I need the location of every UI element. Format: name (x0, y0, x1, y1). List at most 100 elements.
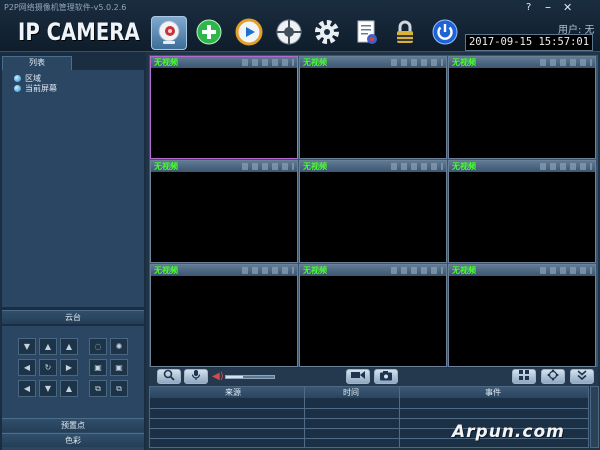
crosshair-icon (547, 369, 559, 384)
ptz-zoom-in-button[interactable]: ✺ (110, 338, 128, 355)
search-icon (163, 369, 175, 384)
left-panel: 列表 区域 当前屏幕 云台 ▼ ▲ ▲ ◀ ↻ ▶ ◀ ▼ ▲ ◌ ✺ ▣ ▣ … (0, 52, 146, 450)
settings-button[interactable] (309, 16, 345, 50)
video-cell[interactable]: 无视频 (150, 56, 298, 159)
lock-button[interactable] (387, 16, 423, 50)
video-cell[interactable]: 无视频 (448, 160, 596, 263)
search-button[interactable] (157, 369, 181, 384)
no-video-label: 无视频 (303, 58, 327, 67)
no-video-label: 无视频 (452, 266, 476, 275)
settings-gear-icon (313, 18, 341, 49)
ptz-focus-near-button[interactable]: ▣ (89, 359, 107, 376)
ptz-up-left-button[interactable]: ▼ (18, 338, 36, 355)
no-video-label: 无视频 (303, 162, 327, 171)
cell-control-icons[interactable] (540, 267, 592, 274)
ptz-right-button[interactable]: ▶ (60, 359, 78, 376)
tree-node-icon (14, 75, 21, 82)
add-device-icon (195, 18, 223, 49)
log-scrollbar[interactable] (590, 386, 599, 448)
layout-button[interactable] (512, 369, 536, 384)
cell-control-icons[interactable] (391, 59, 443, 66)
chevron-double-down-icon (576, 369, 588, 384)
preset-section-header[interactable]: 预置点 (2, 418, 144, 432)
tab-list[interactable]: 列表 (2, 56, 72, 70)
color-section-header[interactable]: 色彩 (2, 433, 144, 447)
video-cell[interactable]: 无视频 (299, 264, 447, 367)
minimize-button[interactable]: – (545, 0, 551, 14)
camera-view-button[interactable] (151, 16, 187, 50)
cell-control-icons[interactable] (242, 163, 294, 170)
ptz-down-left-button[interactable]: ◀ (18, 380, 36, 397)
volume-slider-fill (226, 376, 243, 378)
video-cell[interactable]: 无视频 (448, 264, 596, 367)
table-row-divider (150, 418, 588, 419)
tree-item-current-screen[interactable]: 当前屏幕 (14, 83, 57, 94)
cell-control-icons[interactable] (242, 267, 294, 274)
ptz-up-right-button[interactable]: ▲ (60, 338, 78, 355)
snapshot-button[interactable] (374, 369, 398, 384)
ptz-down-button[interactable]: ▼ (39, 380, 57, 397)
event-log-header: 来源 时间 事件 (150, 387, 588, 398)
camera-icon (155, 18, 183, 49)
ptz-left-button[interactable]: ◀ (18, 359, 36, 376)
clock-display: 2017-09-15 15:57:01 (465, 34, 593, 51)
column-time[interactable]: 时间 (343, 387, 359, 398)
tree-item-label: 当前屏幕 (25, 84, 57, 93)
top-bar: P2P网络摄像机管理软件-v5.0.2.6 IP CAMERA ? – ✕ 用户… (0, 0, 600, 52)
video-cell[interactable]: 无视频 (299, 160, 447, 263)
add-device-button[interactable] (191, 16, 227, 50)
ptz-auto-button[interactable]: ↻ (39, 359, 57, 376)
cell-control-icons[interactable] (242, 59, 294, 66)
watermark: Arpun.com (452, 422, 565, 442)
fullscreen-button[interactable] (541, 369, 565, 384)
no-video-label: 无视频 (154, 266, 178, 275)
video-cell[interactable]: 无视频 (299, 56, 447, 159)
power-button[interactable] (427, 16, 463, 50)
no-video-label: 无视频 (452, 162, 476, 171)
power-icon (431, 18, 459, 49)
speaker-icon[interactable]: ◀) (212, 371, 224, 382)
ptz-up-button[interactable]: ▲ (39, 338, 57, 355)
cell-control-icons[interactable] (391, 267, 443, 274)
playback-button[interactable] (231, 16, 267, 50)
ptz-section-header[interactable]: 云台 (2, 310, 144, 324)
table-row-divider (150, 408, 588, 409)
cell-control-icons[interactable] (540, 163, 592, 170)
tree-node-icon (14, 85, 21, 92)
record-button[interactable] (346, 369, 370, 384)
video-cell[interactable]: 无视频 (448, 56, 596, 159)
bottom-toolbar: ◀) (149, 368, 598, 386)
app-logo: IP CAMERA (18, 18, 140, 46)
ptz-focus-far-button[interactable]: ▣ (110, 359, 128, 376)
ptz-iris-close-button[interactable]: ⧉ (89, 380, 107, 397)
grid-layout-icon (518, 369, 530, 384)
no-video-label: 无视频 (154, 162, 178, 171)
ptz-control-button[interactable] (271, 16, 307, 50)
ptz-wheel-icon (275, 18, 303, 49)
record-icon (350, 370, 366, 383)
cell-control-icons[interactable] (391, 163, 443, 170)
lock-icon (391, 18, 419, 49)
help-button[interactable]: ? (526, 2, 531, 13)
ptz-down-right-button[interactable]: ▲ (60, 380, 78, 397)
app-title: P2P网络摄像机管理软件-v5.0.2.6 (4, 3, 127, 12)
log-button[interactable] (348, 16, 384, 50)
close-button[interactable]: ✕ (563, 1, 572, 14)
no-video-label: 无视频 (154, 58, 178, 67)
column-source[interactable]: 来源 (225, 387, 241, 398)
no-video-label: 无视频 (303, 266, 327, 275)
column-event[interactable]: 事件 (485, 387, 501, 398)
video-cell[interactable]: 无视频 (150, 160, 298, 263)
no-video-label: 无视频 (452, 58, 476, 67)
volume-slider[interactable] (225, 375, 275, 379)
cell-control-icons[interactable] (540, 59, 592, 66)
microphone-icon (190, 369, 202, 384)
device-tree: 区域 当前屏幕 (2, 70, 144, 307)
ptz-zoom-out-button[interactable]: ◌ (89, 338, 107, 355)
ptz-iris-open-button[interactable]: ⧉ (110, 380, 128, 397)
collapse-button[interactable] (570, 369, 594, 384)
camera-snapshot-icon (379, 370, 393, 384)
log-document-icon (352, 18, 380, 49)
talk-button[interactable] (184, 369, 208, 384)
video-cell[interactable]: 无视频 (150, 264, 298, 367)
